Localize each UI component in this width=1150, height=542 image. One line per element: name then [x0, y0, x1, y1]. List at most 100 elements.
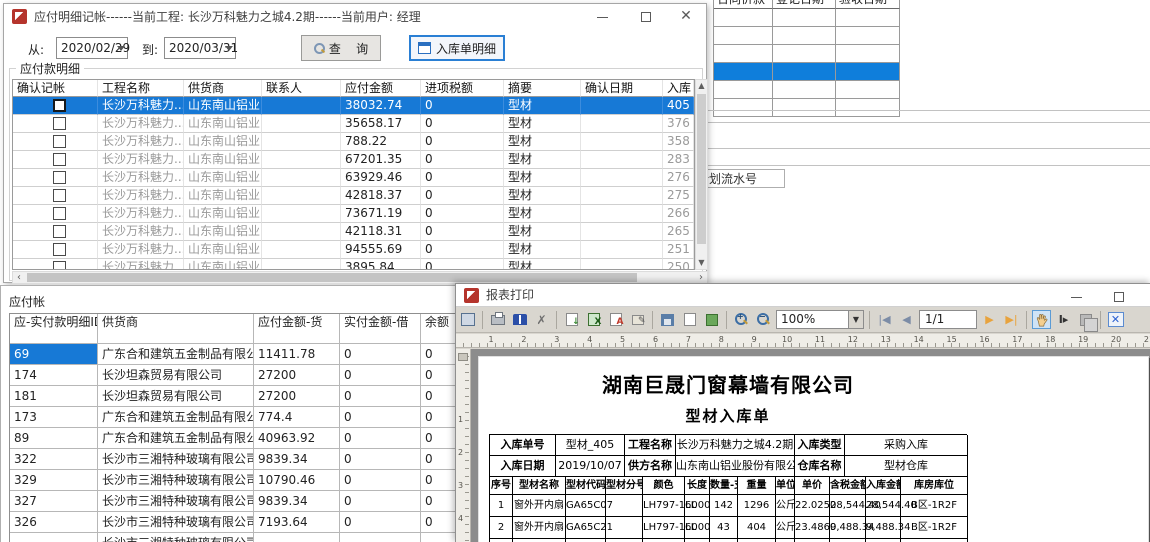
- scrollbar-thumb[interactable]: [697, 94, 706, 244]
- table-row[interactable]: 327长沙市三湘特种玻璃有限公司9839.3400: [10, 491, 455, 512]
- page-setup-button[interactable]: [510, 310, 529, 329]
- scroll-down-icon[interactable]: ▼: [696, 257, 707, 269]
- query-button[interactable]: 查 询: [301, 35, 381, 61]
- report-detail-row: 1窗外开内扇GA65C07LH797-1LL60001421296公斤22.02…: [490, 495, 967, 517]
- table-row[interactable]: 长沙万科魅力...山东南山铝业...35658.170型材376: [13, 115, 694, 133]
- info-label: 入库单号: [490, 435, 556, 456]
- table-row[interactable]: 89广东合和建筑五金制品有限公司40963.9200: [10, 428, 455, 449]
- checkbox[interactable]: [53, 243, 66, 256]
- vertical-scrollbar[interactable]: ▲ ▼: [695, 79, 708, 270]
- titlebar[interactable]: 报表打印 ✕: [456, 284, 1150, 307]
- report-info-row: 入库单号型材_405工程名称长沙万科魅力之城4.2期入库类型采购入库: [490, 435, 967, 456]
- window-title: 应付明细记帐------当前工程: 长沙万科魅力之城4.2期------当前用户…: [34, 4, 421, 30]
- checkbox[interactable]: [53, 261, 66, 270]
- hand-tool-button[interactable]: [1032, 310, 1051, 329]
- confirm-date-cell: [581, 241, 663, 259]
- ruler-number: 11: [815, 335, 825, 344]
- maximize-button[interactable]: [625, 4, 667, 30]
- table-row[interactable]: 长沙万科魅力...山东南山铝业...3895.840型材250: [13, 259, 694, 270]
- table-row[interactable]: [714, 63, 900, 81]
- zoom-out-button[interactable]: −: [754, 310, 773, 329]
- options-button[interactable]: ✗: [532, 310, 551, 329]
- export-excel-button[interactable]: X: [584, 310, 603, 329]
- last-page-button[interactable]: ▶|: [1002, 310, 1021, 329]
- tax-cell: 0: [421, 151, 504, 169]
- summary-cell: 型材: [504, 97, 581, 115]
- table-row[interactable]: 长沙万科魅力...山东南山铝业...67201.350型材283: [13, 151, 694, 169]
- table-row[interactable]: 181长沙坦森贸易有限公司2720000: [10, 386, 455, 407]
- to-date-picker[interactable]: 2020/03/31: [164, 37, 236, 59]
- minimize-button[interactable]: [1056, 284, 1098, 307]
- titlebar[interactable]: 应付明细记帐------当前工程: 长沙万科魅力之城4.2期------当前用户…: [4, 4, 706, 30]
- minimize-button[interactable]: [582, 4, 624, 30]
- checkbox[interactable]: [53, 135, 66, 148]
- checkbox[interactable]: [53, 207, 66, 220]
- checkbox[interactable]: [53, 225, 66, 238]
- table-row[interactable]: 长沙万科魅力...山东南山铝业...42118.310型材265: [13, 223, 694, 241]
- table-row[interactable]: 长沙万科魅力...山东南山铝业...63929.460型材276: [13, 169, 694, 187]
- maximize-button[interactable]: [1098, 284, 1140, 307]
- first-page-button[interactable]: |◀: [875, 310, 894, 329]
- contracts-grid: 合同价款登记日期验收日期: [713, 0, 900, 117]
- scroll-right-icon[interactable]: ›: [695, 272, 707, 283]
- close-button[interactable]: ✕: [665, 4, 707, 30]
- table-row[interactable]: [714, 27, 900, 45]
- table-row[interactable]: [714, 9, 900, 27]
- table-row[interactable]: 长沙万科魅力...山东南山铝业...94555.690型材251: [13, 241, 694, 259]
- table-row[interactable]: 322长沙市三湘特种玻璃有限公司9839.3400: [10, 449, 455, 470]
- table-row[interactable]: [714, 99, 900, 117]
- close-button[interactable]: ✕: [1140, 284, 1150, 307]
- table-row[interactable]: 长沙市三湘特种玻璃有限公司: [10, 533, 455, 542]
- next-page-button[interactable]: ▶: [980, 310, 999, 329]
- toggle-sidebar-button[interactable]: [458, 310, 477, 329]
- payable-detail-window: 应付明细记帐------当前工程: 长沙万科魅力之城4.2期------当前用户…: [3, 3, 707, 283]
- save-report-button[interactable]: [658, 310, 677, 329]
- checkbox[interactable]: [53, 189, 66, 202]
- open-report-button[interactable]: [680, 310, 699, 329]
- table-row[interactable]: 326长沙市三湘特种玻璃有限公司7193.6400: [10, 512, 455, 533]
- table-cell: 0: [421, 470, 456, 491]
- column-header: 单位: [776, 477, 795, 495]
- scrollbar-thumb[interactable]: [27, 273, 637, 282]
- table-row[interactable]: 174长沙坦森贸易有限公司2720000: [10, 365, 455, 386]
- copy-page-button[interactable]: [1076, 310, 1095, 329]
- prev-page-button[interactable]: ◀: [897, 310, 916, 329]
- plan-serial-field[interactable]: 计划流水号: [703, 169, 785, 188]
- table-row[interactable]: [714, 81, 900, 99]
- checkbox[interactable]: [53, 171, 66, 184]
- ruler-number: 2: [521, 335, 526, 344]
- inbound-detail-button[interactable]: 入库单明细: [409, 35, 505, 61]
- preview-area[interactable]: 123456 湖南巨晟门窗幕墙有限公司 型材入库单 入库单号型材_405工程名称…: [456, 349, 1150, 542]
- table-row[interactable]: 长沙万科魅力...山东南山铝业...788.220型材358: [13, 133, 694, 151]
- table-row[interactable]: 69广东合和建筑五金制品有限公司11411.7800: [10, 344, 455, 365]
- zoom-select[interactable]: 100% ▼: [776, 310, 864, 329]
- project-cell: 长沙万科魅力...: [98, 115, 184, 133]
- confirm-cell: [13, 97, 98, 115]
- print-button[interactable]: [488, 310, 507, 329]
- supplier-cell: 山东南山铝业...: [184, 97, 262, 115]
- scroll-left-icon[interactable]: ‹: [13, 272, 25, 283]
- ruler-number: 6: [653, 335, 658, 344]
- page-indicator-field[interactable]: 1/1: [919, 310, 977, 329]
- table-row[interactable]: 329长沙市三湘特种玻璃有限公司10790.4600: [10, 470, 455, 491]
- text-select-tool-button[interactable]: I▸: [1054, 310, 1073, 329]
- export-email-button[interactable]: ✎: [628, 310, 647, 329]
- checkbox[interactable]: [53, 99, 66, 112]
- export-button[interactable]: ↓: [562, 310, 581, 329]
- export-pdf-button[interactable]: A: [606, 310, 625, 329]
- checkbox[interactable]: [53, 153, 66, 166]
- table-cell: [836, 27, 900, 45]
- table-row[interactable]: 长沙万科魅力...山东南山铝业...42818.370型材275: [13, 187, 694, 205]
- table-row[interactable]: 长沙万科魅力...山东南山铝业...73671.190型材266: [13, 205, 694, 223]
- checkbox[interactable]: [53, 117, 66, 130]
- report-cell: 404: [738, 517, 776, 539]
- table-row[interactable]: 173广东合和建筑五金制品有限公司774.400: [10, 407, 455, 428]
- from-date-picker[interactable]: 2020/02/29: [56, 37, 128, 59]
- scroll-up-icon[interactable]: ▲: [696, 80, 707, 92]
- archive-button[interactable]: [702, 310, 721, 329]
- close-preview-button[interactable]: ✕: [1106, 310, 1125, 329]
- table-row[interactable]: 长沙万科魅力...山东南山铝业...38032.740型材405: [13, 97, 694, 115]
- zoom-in-button[interactable]: +: [732, 310, 751, 329]
- ruler-number: 1: [458, 415, 463, 424]
- table-row[interactable]: [714, 45, 900, 63]
